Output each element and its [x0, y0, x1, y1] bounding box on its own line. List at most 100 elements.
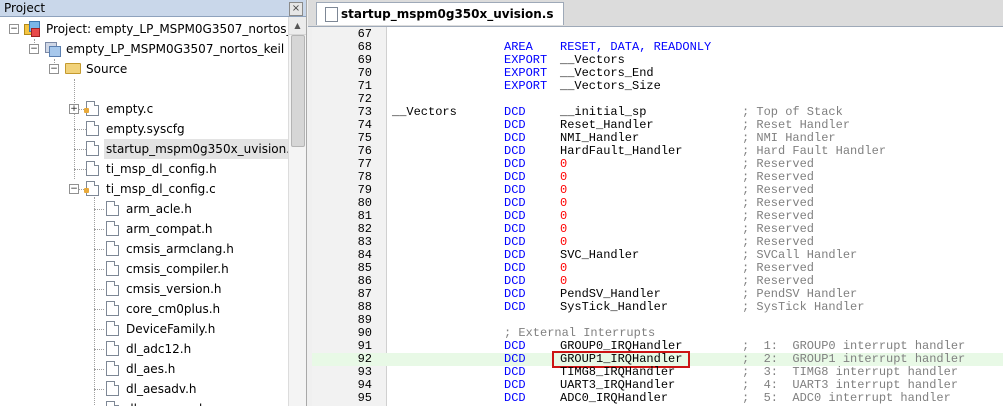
code-line[interactable]: 69 EXPORT __Vectors: [312, 54, 1003, 67]
code-line[interactable]: 71 EXPORT __Vectors_Size: [312, 80, 1003, 93]
file-icon: [86, 141, 99, 156]
tree-item-header[interactable]: cmsis_compiler.h: [0, 259, 288, 279]
project-tree: − Project: empty_LP_MSPM0G3507_nortos_kei…: [0, 17, 288, 406]
file-label: startup_mspm0g350x_uvision.s: [104, 139, 288, 159]
collapse-icon[interactable]: −: [9, 24, 19, 34]
folder-open-icon: [65, 63, 81, 74]
header-label: cmsis_version.h: [126, 282, 222, 296]
header-label: arm_compat.h: [126, 222, 213, 236]
tree-scrollbar[interactable]: ▲: [288, 17, 306, 406]
code-operand: SVC_Handler: [560, 248, 640, 262]
code-line[interactable]: 68 AREA RESET, DATA, READONLY: [312, 41, 1003, 54]
file-label: ti_msp_dl_config.h: [106, 162, 217, 176]
file-icon: [106, 221, 119, 236]
collapse-icon[interactable]: −: [69, 184, 79, 194]
file-icon: [106, 261, 119, 276]
scroll-up-icon[interactable]: ▲: [289, 17, 306, 35]
tree-item-header[interactable]: dl_common.h: [0, 399, 288, 406]
project-label: Project: empty_LP_MSPM0G3507_nortos_keil: [46, 22, 288, 36]
file-icon: [106, 201, 119, 216]
code-line[interactable]: 95 DCD ADC0_IRQHandler ; 5: ADC0 interrupt …: [312, 392, 1003, 405]
code-line[interactable]: 82 DCD 0; Reserved: [312, 223, 1003, 236]
header-label: cmsis_compiler.h: [126, 262, 229, 276]
code-operand: __Vectors_Size: [560, 79, 661, 93]
project-icon: [24, 21, 40, 37]
file-label: empty.c: [106, 102, 154, 116]
collapse-icon[interactable]: −: [29, 44, 39, 54]
tree-item-file[interactable]: ti_msp_dl_config.h: [0, 159, 288, 179]
header-label: DeviceFamily.h: [126, 322, 216, 336]
header-label: dl_aes.h: [126, 362, 176, 376]
project-panel: Project × − Project: empty_LP_MSPM0G3507_…: [0, 0, 307, 406]
file-icon: [106, 381, 119, 396]
target-icon: [45, 42, 61, 57]
tree-item-header[interactable]: core_cm0plus.h: [0, 299, 288, 319]
tree-item-file[interactable]: empty.syscfg: [0, 119, 288, 139]
header-label: arm_acle.h: [126, 202, 192, 216]
target-label: empty_LP_MSPM0G3507_nortos_keil: [66, 42, 285, 56]
code-line[interactable]: 77 DCD 0; Reserved: [312, 158, 1003, 171]
file-label: ti_msp_dl_config.c: [106, 182, 216, 196]
code-line[interactable]: 78 DCD 0; Reserved: [312, 171, 1003, 184]
expand-icon[interactable]: +: [69, 104, 79, 114]
tree-item-file[interactable]: + empty.c: [0, 99, 288, 119]
header-label: dl_common.h: [124, 399, 209, 406]
file-icon: [325, 7, 338, 22]
file-icon: [106, 301, 119, 316]
tree-item-target[interactable]: − empty_LP_MSPM0G3507_nortos_keil: [0, 39, 288, 59]
tree-item-header[interactable]: dl_aes.h: [0, 359, 288, 379]
collapse-icon[interactable]: −: [49, 64, 59, 74]
tree-item-header[interactable]: dl_adc12.h: [0, 339, 288, 359]
editor-tabbar: startup_mspm0g350x_uvision.s: [308, 0, 1003, 27]
close-icon[interactable]: ×: [289, 2, 303, 16]
tree-item-header[interactable]: arm_compat.h: [0, 219, 288, 239]
code-line[interactable]: 81 DCD 0; Reserved: [312, 210, 1003, 223]
code-line[interactable]: 80 DCD 0; Reserved: [312, 197, 1003, 210]
file-icon: [106, 361, 119, 376]
code-line[interactable]: 74 DCD Reset_Handler; Reset Handler: [312, 119, 1003, 132]
tree-item-source-group[interactable]: − Source: [0, 59, 288, 79]
panel-header: Project ×: [0, 0, 306, 17]
tree-item-header[interactable]: DeviceFamily.h: [0, 319, 288, 339]
code-label: __Vectors: [392, 105, 457, 119]
tree-item-file[interactable]: − ti_msp_dl_config.c: [0, 179, 288, 199]
group-label: Source: [86, 62, 128, 76]
c-file-icon: [84, 181, 99, 196]
file-icon: [106, 281, 119, 296]
code-comment: ; 5: ADC0 interrupt handler: [742, 391, 951, 405]
code-directive: DCD: [504, 391, 526, 405]
file-label: empty.syscfg: [106, 122, 185, 136]
line-number: 95: [357, 391, 372, 405]
code-line[interactable]: 88 DCD SysTick_Handler; SysTick Handler: [312, 301, 1003, 314]
code-line[interactable]: 73 __Vectors DCD __initial_sp; Top of Stack: [312, 106, 1003, 119]
editor-tab-label: startup_mspm0g350x_uvision.s: [341, 7, 554, 21]
header-label: dl_adc12.h: [126, 342, 192, 356]
editor-pane: startup_mspm0g350x_uvision.s 67 68 AREA RES…: [308, 0, 1003, 406]
editor-tab-active[interactable]: startup_mspm0g350x_uvision.s: [316, 2, 565, 25]
code-directive: EXPORT: [504, 79, 548, 93]
code-line[interactable]: 83 DCD 0; Reserved: [312, 236, 1003, 249]
scroll-thumb[interactable]: [291, 35, 305, 147]
tree-item-header[interactable]: dl_aesadv.h: [0, 379, 288, 399]
code-line[interactable]: 89: [312, 314, 1003, 327]
tree-item-project[interactable]: − Project: empty_LP_MSPM0G3507_nortos_kei…: [0, 19, 288, 39]
tree-item-file[interactable]: startup_mspm0g350x_uvision.s: [0, 139, 288, 159]
header-label: cmsis_armclang.h: [126, 242, 234, 256]
tree-item-header[interactable]: cmsis_version.h: [0, 279, 288, 299]
code-area[interactable]: 67 68 AREA RESET, DATA, READONLY 69 EXPORT __V…: [312, 27, 1003, 406]
tree-item-header[interactable]: arm_acle.h: [0, 199, 288, 219]
header-label: core_cm0plus.h: [126, 302, 221, 316]
file-icon: [106, 401, 119, 406]
code-comment: ; SysTick Handler: [742, 300, 865, 314]
code-line[interactable]: 85 DCD 0; Reserved: [312, 262, 1003, 275]
file-icon: [106, 341, 119, 356]
tree-item-header[interactable]: cmsis_armclang.h: [0, 239, 288, 259]
code-line[interactable]: 76 DCD HardFault_Handler; Hard Fault Handl…: [312, 145, 1003, 158]
panel-title: Project: [4, 1, 46, 15]
c-file-icon: [84, 101, 99, 116]
file-icon: [86, 161, 99, 176]
code-line[interactable]: 79 DCD 0; Reserved: [312, 184, 1003, 197]
code-line[interactable]: 84 DCD SVC_Handler; SVCall Handler: [312, 249, 1003, 262]
code-operand: ADC0_IRQHandler: [560, 391, 669, 405]
file-icon: [106, 241, 119, 256]
